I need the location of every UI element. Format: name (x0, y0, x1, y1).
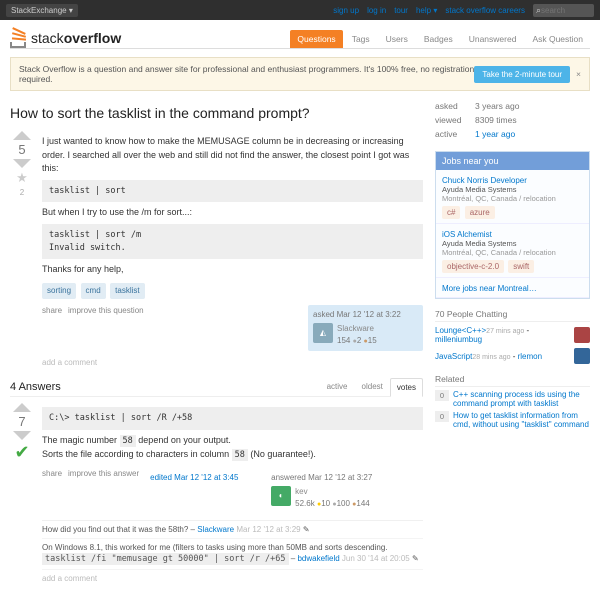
tab-badges[interactable]: Badges (417, 30, 460, 48)
add-comment-link[interactable]: add a comment (42, 574, 423, 583)
question: 5 ★ 2 I just wanted to know how to make … (10, 131, 423, 377)
share-link[interactable]: share (42, 468, 62, 515)
user-signature: asked Mar 12 '12 at 3:22 ◭ Slackware 154… (308, 305, 423, 352)
avatar[interactable]: ◐ (271, 486, 291, 506)
user-link[interactable]: kev (295, 487, 307, 496)
sidebar: asked3 years ago viewed8309 times active… (435, 99, 590, 591)
tab-users[interactable]: Users (379, 30, 415, 48)
welcome-banner: Stack Overflow is a question and answer … (10, 57, 590, 91)
banner-text: Stack Overflow is a question and answer … (19, 64, 474, 84)
tag[interactable]: tasklist (110, 283, 144, 299)
tab-active[interactable]: active (320, 377, 355, 396)
chat-room[interactable]: JavaScript28 mins ago - rlemon (435, 348, 590, 364)
search-input[interactable] (541, 6, 591, 15)
stackexchange-menu[interactable]: StackExchange ▾ (6, 4, 78, 17)
question-text: Thanks for any help, (42, 263, 423, 277)
related-link[interactable]: 0How to get tasklist information from cm… (435, 411, 590, 429)
comment: On Windows 8.1, this worked for me (filt… (42, 539, 423, 570)
question-text: I just wanted to know how to make the ME… (42, 135, 423, 176)
accepted-icon: ✔ (14, 442, 29, 463)
downvote-icon[interactable] (13, 431, 31, 440)
tab-ask[interactable]: Ask Question (525, 30, 590, 48)
link-help[interactable]: help ▾ (416, 6, 437, 15)
question-text: But when I try to use the /m for sort...… (42, 206, 423, 220)
header: stackoverflow Questions Tags Users Badge… (0, 20, 600, 48)
link-signup[interactable]: sign up (333, 6, 359, 15)
logo[interactable]: stackoverflow (10, 28, 121, 48)
tab-votes[interactable]: votes (390, 378, 423, 397)
chat-widget: 70 People Chatting Lounge<C++>27 mins ag… (435, 309, 590, 364)
link-careers[interactable]: stack overflow careers (445, 6, 525, 15)
user-signature: answered Mar 12 '12 at 3:27 ◐ kev 52.6k … (266, 468, 381, 515)
edit-icon: ✎ (303, 525, 310, 534)
topbar: StackExchange ▾ sign up log in tour help… (0, 0, 600, 20)
upvote-icon[interactable] (13, 403, 31, 412)
tab-unanswered[interactable]: Unanswered (462, 30, 524, 48)
tag[interactable]: sorting (42, 283, 76, 299)
code-block: tasklist | sort /m Invalid switch. (42, 224, 423, 260)
tag[interactable]: cmd (81, 283, 106, 299)
comments: How did you find out that it was the 58t… (42, 520, 423, 570)
page-title: How to sort the tasklist in the command … (10, 105, 423, 121)
add-comment-link[interactable]: add a comment (42, 357, 423, 369)
active-link[interactable]: 1 year ago (475, 129, 515, 139)
related-widget: Related 0C++ scanning process ids using … (435, 374, 590, 429)
stackoverflow-icon (10, 28, 28, 48)
user-link[interactable]: Slackware (337, 324, 374, 333)
answer: 7 ✔ C:\> tasklist | sort /R /+58 The mag… (10, 403, 423, 520)
search-box[interactable]: ⌕ (533, 4, 594, 17)
code-block: tasklist | sort (42, 180, 423, 203)
avatar (574, 348, 590, 364)
content: How to sort the tasklist in the command … (10, 99, 423, 591)
improve-link[interactable]: improve this question (68, 305, 144, 352)
answer-count: 4 Answers (10, 381, 61, 393)
user-link[interactable]: Slackware (197, 525, 234, 534)
job-listing[interactable]: Chuck Norris Developer Ayuda Media Syste… (436, 170, 589, 224)
comment: How did you find out that it was the 58t… (42, 521, 423, 539)
share-link[interactable]: share (42, 305, 62, 352)
more-jobs-link[interactable]: More jobs near Montreal… (442, 284, 537, 293)
tab-questions[interactable]: Questions (290, 30, 342, 48)
tab-oldest[interactable]: oldest (355, 377, 390, 396)
upvote-icon[interactable] (13, 131, 31, 140)
improve-link[interactable]: improve this answer (68, 468, 139, 515)
jobs-header: Jobs near you (436, 152, 589, 170)
avatar[interactable]: ◭ (313, 323, 333, 343)
job-listing[interactable]: iOS Alchemist Ayuda Media Systems Montré… (436, 224, 589, 278)
related-link[interactable]: 0C++ scanning process ids using the comm… (435, 390, 590, 408)
close-icon[interactable]: × (576, 69, 581, 79)
favorite-count: 2 (20, 188, 24, 197)
tour-button[interactable]: Take the 2-minute tour (474, 66, 570, 83)
avatar (574, 327, 590, 343)
vote-count: 7 (18, 414, 25, 429)
link-login[interactable]: log in (367, 6, 386, 15)
answer-text: The magic number 58 depend on your outpu… (42, 434, 423, 462)
main-nav: Questions Tags Users Badges Unanswered A… (290, 30, 590, 48)
tab-tags[interactable]: Tags (345, 30, 377, 48)
favorite-icon[interactable]: ★ (16, 170, 28, 186)
vote-count: 5 (18, 142, 25, 157)
jobs-widget: Jobs near you Chuck Norris Developer Ayu… (435, 151, 590, 299)
user-link[interactable]: bdwakefield (297, 554, 339, 563)
answers-header: 4 Answers active oldest votes (10, 377, 423, 397)
code-block: C:\> tasklist | sort /R /+58 (42, 407, 423, 430)
link-tour[interactable]: tour (394, 6, 408, 15)
edit-icon: ✎ (412, 554, 419, 563)
edit-signature: edited Mar 12 '12 at 3:45 (145, 468, 260, 515)
chat-room[interactable]: Lounge<C++>27 mins ago - milleniumbug (435, 326, 590, 344)
downvote-icon[interactable] (13, 159, 31, 168)
